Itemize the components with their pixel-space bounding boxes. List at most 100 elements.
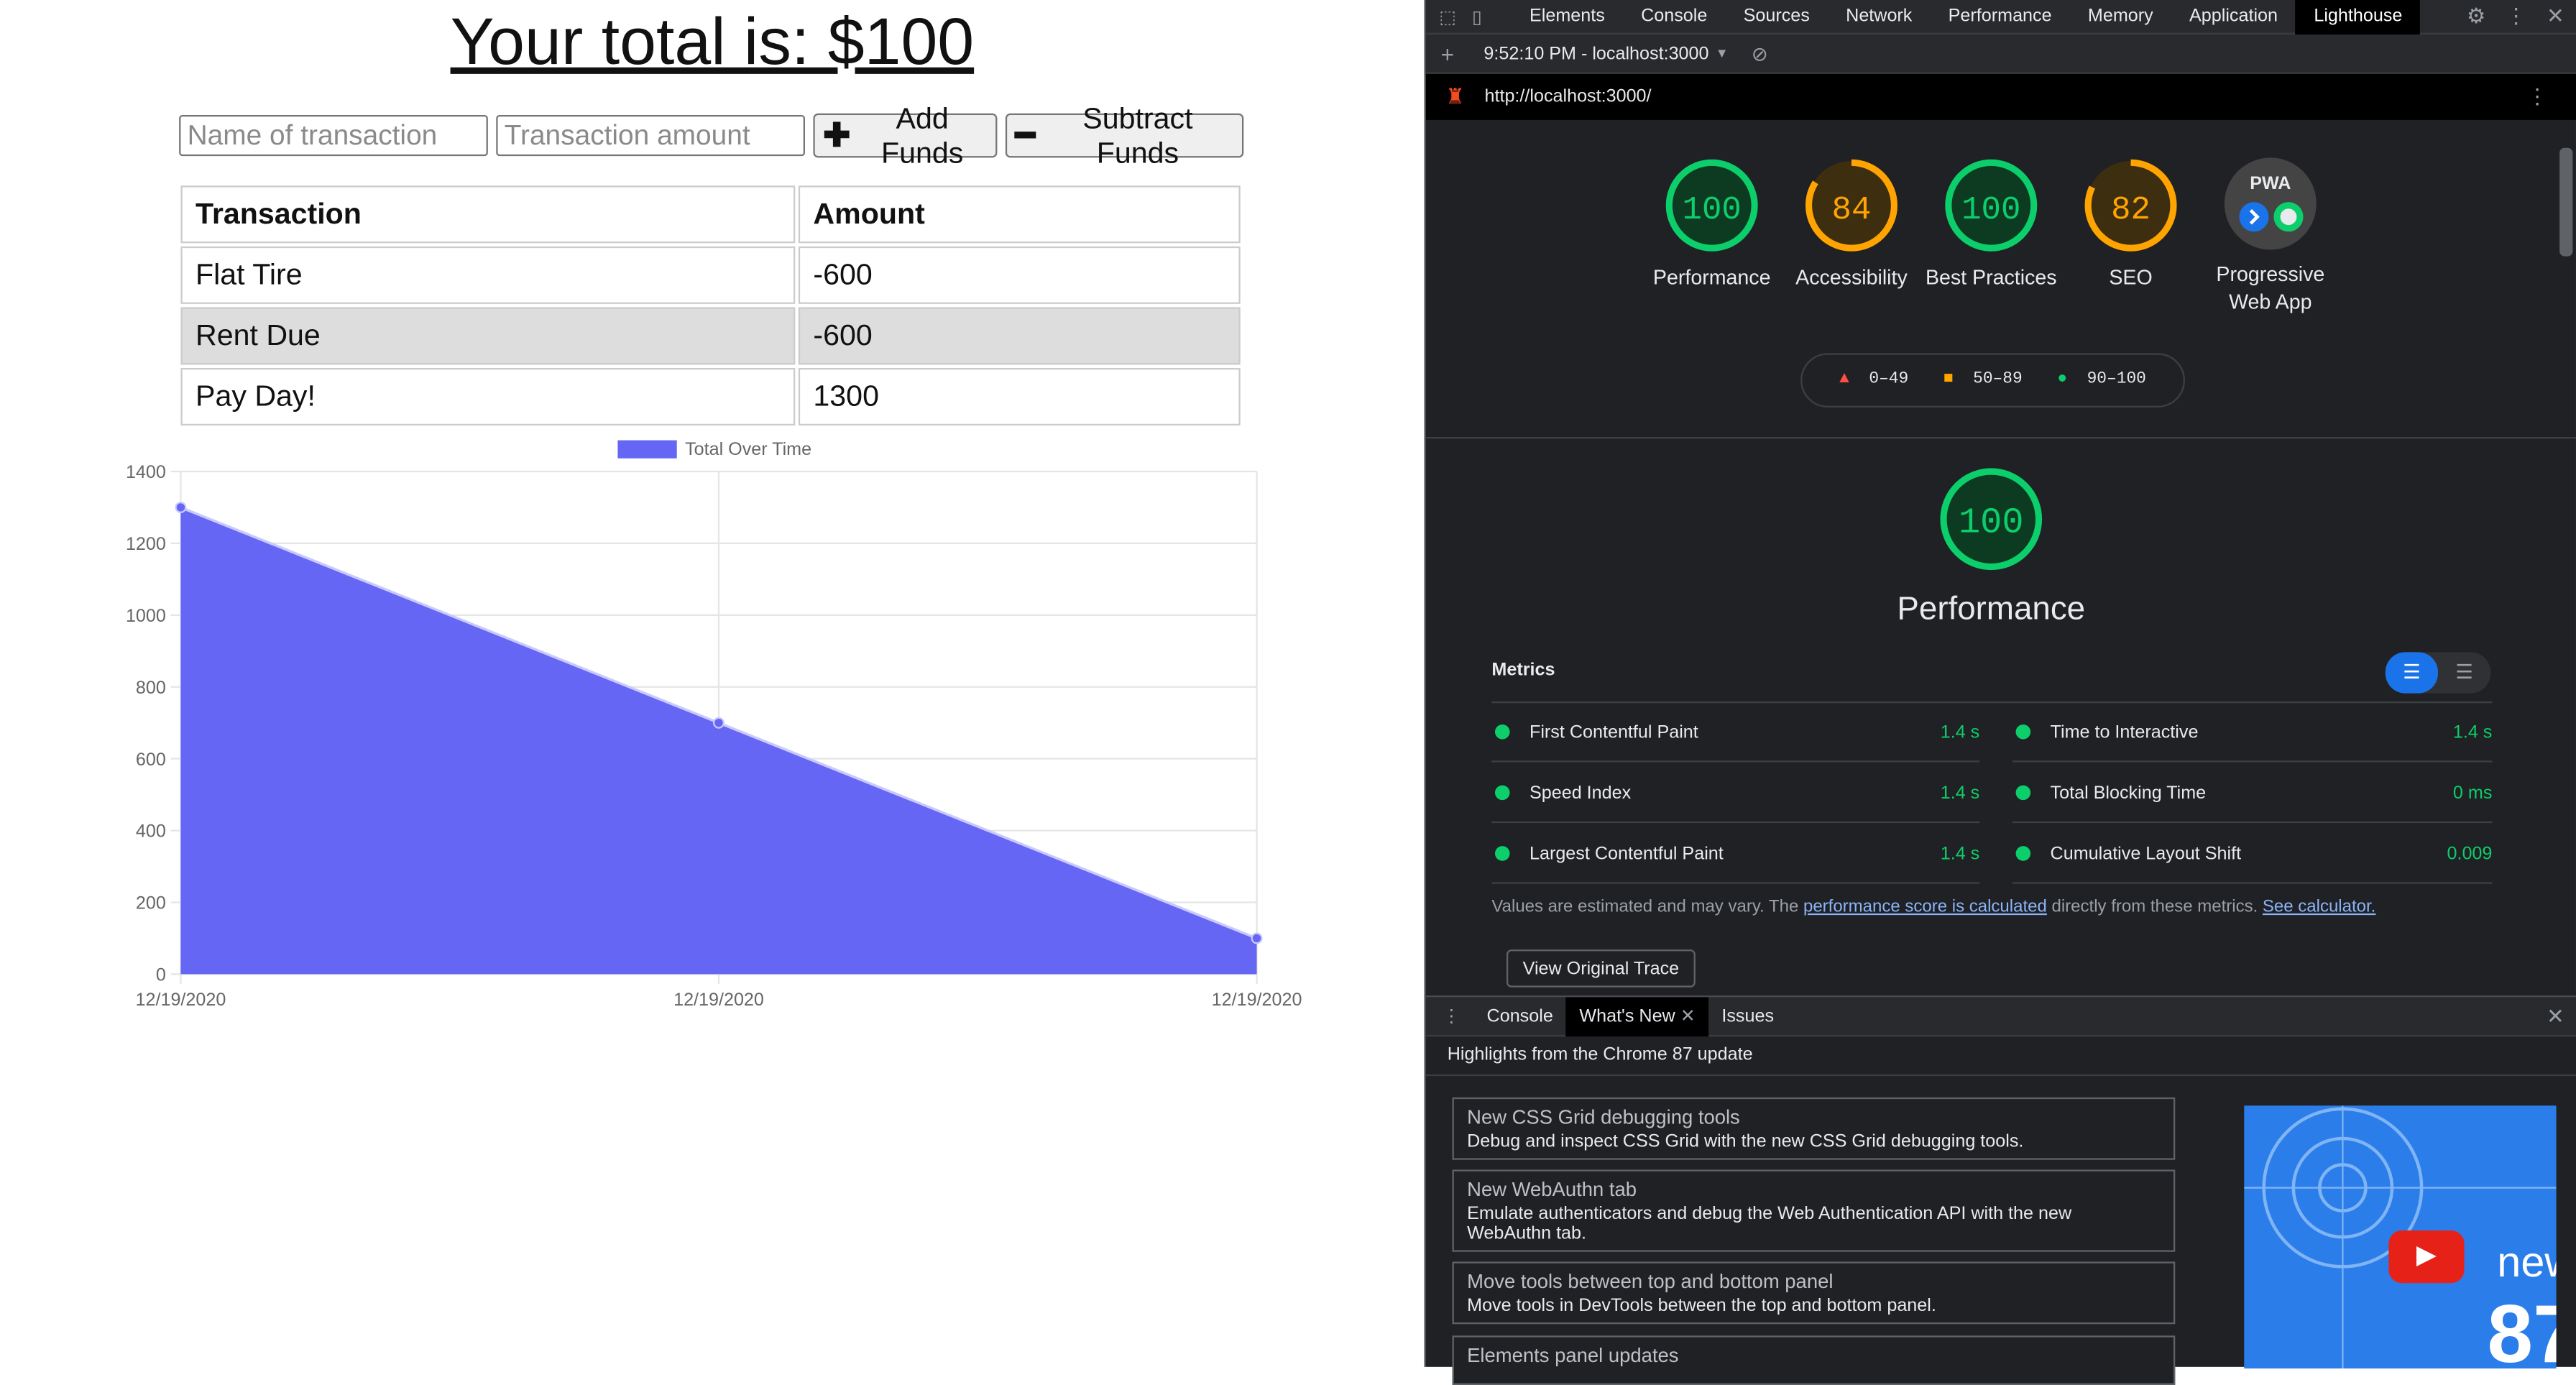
close-devtools-icon[interactable]: ✕ (2547, 4, 2564, 30)
square-icon: ■ (1943, 371, 1954, 390)
report-selector[interactable]: 9:52:10 PM - localhost:3000 (1484, 44, 1708, 63)
tab-sources[interactable]: Sources (1725, 0, 1828, 34)
y-tick-label: 600 (136, 750, 166, 770)
gauge-ring: 84 (1805, 159, 1898, 252)
plus-icon: ✚ (823, 117, 851, 154)
devtools-tabbar: ⬚ ▯ Elements Console Sources Network Per… (1425, 0, 2576, 34)
device-toolbar-icon[interactable]: ▯ (1472, 6, 1495, 27)
budget-app: Your total is: $100 ✚Add Funds ━Subtract… (0, 0, 1425, 1367)
score-calculated-link[interactable]: performance score is calculated (1803, 897, 2047, 916)
metrics-note: Values are estimated and may vary. The p… (1491, 896, 2376, 917)
whats-new-card[interactable]: Move tools between top and bottom panel … (1452, 1261, 2176, 1325)
video-caption-text: new (2497, 1237, 2556, 1287)
gauge-seo[interactable]: 82 SEO (2062, 156, 2200, 293)
pass-dot-icon (1494, 785, 1510, 801)
whats-new-card[interactable]: New CSS Grid debugging tools Debug and i… (1452, 1097, 2176, 1160)
legend-fail: ▲ 0–49 (1839, 371, 1909, 390)
drawer-divider (1425, 1074, 2576, 1077)
gauge-label: Best Practices (1925, 266, 2057, 290)
gauge-score: 84 (1832, 191, 1872, 229)
y-tick-label: 0 (156, 965, 166, 985)
whats-new-video-thumbnail[interactable]: ▶ new 87 (2244, 1105, 2557, 1368)
compact-view-icon[interactable]: ☰ (2385, 652, 2438, 694)
section-divider (1425, 436, 2576, 439)
whats-new-card[interactable]: Elements panel updates (1452, 1335, 2176, 1385)
gauge-score: 100 (1961, 191, 2020, 229)
drawer-tab-whats-new[interactable]: What's New ✕ (1566, 996, 1709, 1036)
transaction-amount-input[interactable] (496, 114, 805, 157)
cell-amount: 1300 (798, 367, 1241, 425)
legend-average: ■ 50–89 (1943, 371, 2023, 390)
settings-gear-icon[interactable]: ⚙ (2467, 4, 2486, 30)
metric-fcp: First Contentful Paint 1.4 s (1491, 703, 1980, 763)
cell-name: Pay Day! (180, 367, 796, 425)
drawer-menu-icon[interactable]: ⋮ (1443, 1006, 1460, 1026)
gauge-ring: 100 (1945, 159, 2038, 252)
view-original-trace-button[interactable]: View Original Trace (1506, 949, 1696, 988)
more-options-icon[interactable]: ⋮ (2506, 4, 2527, 30)
circle-icon: ● (2057, 371, 2068, 390)
tab-console[interactable]: Console (1623, 0, 1726, 34)
gauge-label: Performance (1652, 266, 1771, 290)
tab-lighthouse[interactable]: Lighthouse (2296, 0, 2421, 34)
inspect-icon[interactable]: ⬚ (1439, 6, 1462, 27)
gauge-accessibility[interactable]: 84 Accessibility (1782, 156, 1920, 293)
devtools-drawer: ⋮ Console What's New ✕ Issues ✕ Highligh… (1425, 995, 2576, 1385)
svg-text:PWA: PWA (2250, 173, 2291, 193)
drawer-tab-issues[interactable]: Issues (1708, 996, 1787, 1036)
table-row: Flat Tire -600 (180, 246, 1241, 304)
cell-amount: -600 (798, 307, 1241, 365)
clear-block-icon[interactable]: ⊘ (1752, 42, 1768, 65)
devtools-panel: ⬚ ▯ Elements Console Sources Network Per… (1424, 0, 2576, 1385)
add-funds-button[interactable]: ✚ Add Funds (813, 101, 998, 168)
drawer-tab-console[interactable]: Console (1473, 996, 1566, 1036)
header-transaction: Transaction (180, 185, 796, 244)
gauge-score: 82 (2111, 191, 2150, 229)
x-tick-label: 12/19/2020 (1212, 990, 1302, 1010)
gauge-ring: 82 (2084, 159, 2177, 252)
gauge-best-practices[interactable]: 100 Best Practices (1922, 156, 2060, 293)
gauge-performance[interactable]: 100 Performance (1643, 156, 1781, 293)
pass-dot-icon (2015, 846, 2031, 861)
metric-speed-index: Speed Index 1.4 s (1491, 764, 1980, 824)
gauge-label: Accessibility (1795, 266, 1908, 290)
metrics-view-toggle[interactable]: ☰ ☰ (2385, 652, 2491, 694)
total-over-time-chart: 0 200 400 600 800 1000 1200 1400 12/19/2020 12/19… (126, 439, 1302, 1010)
whats-new-card[interactable]: New WebAuthn tab Emulate authenticators … (1452, 1169, 2176, 1252)
pass-dot-icon (2015, 724, 2031, 740)
gauge-label: SEO (2109, 266, 2153, 290)
header-amount: Amount (798, 185, 1241, 244)
y-tick-label: 1000 (126, 606, 166, 626)
close-tab-icon[interactable]: ✕ (1680, 1006, 1696, 1026)
tab-memory[interactable]: Memory (2070, 0, 2171, 34)
transactions-table: Transaction Amount Flat Tire -600 Rent D… (178, 183, 1243, 429)
y-tick-label: 400 (136, 822, 166, 842)
report-url: http://localhost:3000/ (1484, 87, 1652, 107)
tab-performance[interactable]: Performance (1931, 0, 2070, 34)
expanded-view-icon[interactable]: ☰ (2438, 652, 2490, 693)
tab-elements[interactable]: Elements (1512, 0, 1623, 34)
performance-gauge-ring: 100 (1940, 468, 2043, 571)
close-drawer-icon[interactable]: ✕ (2547, 1003, 2564, 1029)
table-header-row: Transaction Amount (180, 185, 1241, 244)
scrollbar-thumb[interactable] (2559, 147, 2573, 257)
video-version-number: 87 (2487, 1287, 2557, 1368)
gauge-label: Progressive Web App (2216, 262, 2325, 314)
tab-network[interactable]: Network (1828, 0, 1930, 34)
new-report-plus-icon[interactable]: + (1441, 40, 1455, 67)
drawer-tabbar: ⋮ Console What's New ✕ Issues ✕ (1425, 996, 2576, 1037)
youtube-play-icon[interactable]: ▶ (2388, 1230, 2465, 1284)
subtract-funds-button[interactable]: ━ Subtract Funds (1005, 101, 1244, 168)
cell-amount: -600 (798, 246, 1241, 304)
gauge-score: 100 (1683, 191, 1742, 229)
report-menu-icon[interactable]: ⋮ (2526, 84, 2548, 111)
svg-text:100: 100 (1959, 503, 2024, 544)
gauge-pwa[interactable]: PWA Progressive Web App (2202, 156, 2340, 317)
performance-section-gauge: 100 (1922, 466, 2060, 581)
see-calculator-link[interactable]: See calculator. (2263, 897, 2375, 916)
pass-dot-icon (2015, 785, 2031, 801)
transaction-name-input[interactable] (179, 114, 488, 157)
gauge-ring: 100 (1665, 159, 1758, 252)
dropdown-arrow-icon[interactable]: ▼ (1716, 46, 1729, 61)
tab-application[interactable]: Application (2171, 0, 2296, 34)
